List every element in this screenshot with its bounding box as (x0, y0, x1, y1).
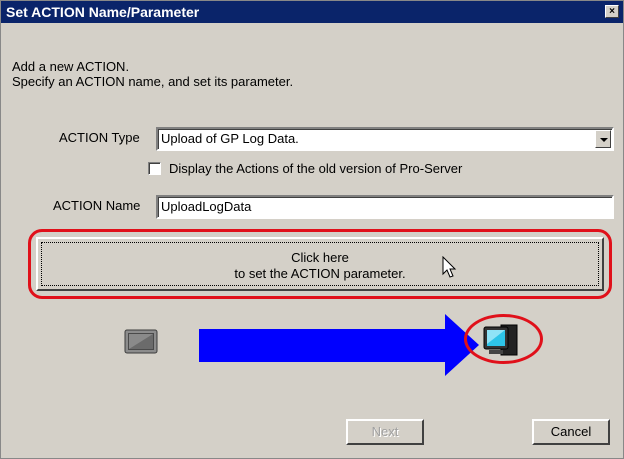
action-type-value: Upload of GP Log Data. (161, 131, 299, 146)
mouse-cursor-icon (442, 256, 457, 278)
title-bar[interactable]: Set ACTION Name/Parameter × (1, 1, 623, 23)
old-version-label[interactable]: Display the Actions of the old version o… (169, 161, 462, 176)
intro-text: Add a new ACTION. Specify an ACTION name… (12, 59, 293, 89)
cancel-button[interactable]: Cancel (532, 419, 610, 445)
close-button[interactable]: × (605, 5, 619, 18)
highlight-oval-button (28, 229, 612, 299)
dialog-title: Set ACTION Name/Parameter (6, 4, 200, 20)
chevron-down-icon[interactable] (595, 130, 611, 148)
old-version-checkbox[interactable] (148, 162, 161, 175)
close-icon: × (609, 6, 615, 17)
action-name-input[interactable]: UploadLogData (156, 195, 614, 219)
display-panel-icon (124, 329, 158, 354)
action-type-label: ACTION Type (59, 130, 140, 145)
intro-line-1: Add a new ACTION. (12, 59, 130, 74)
action-name-label: ACTION Name (53, 198, 141, 213)
highlight-oval-icon (464, 314, 543, 364)
action-type-combo[interactable]: Upload of GP Log Data. (156, 127, 614, 151)
next-button[interactable]: Next (346, 419, 424, 445)
flow-arrow-icon (199, 329, 445, 362)
action-name-value: UploadLogData (161, 199, 252, 214)
set-action-dialog: Set ACTION Name/Parameter × Add a new AC… (0, 0, 624, 459)
intro-line-2: Specify an ACTION name, and set its para… (12, 74, 294, 89)
